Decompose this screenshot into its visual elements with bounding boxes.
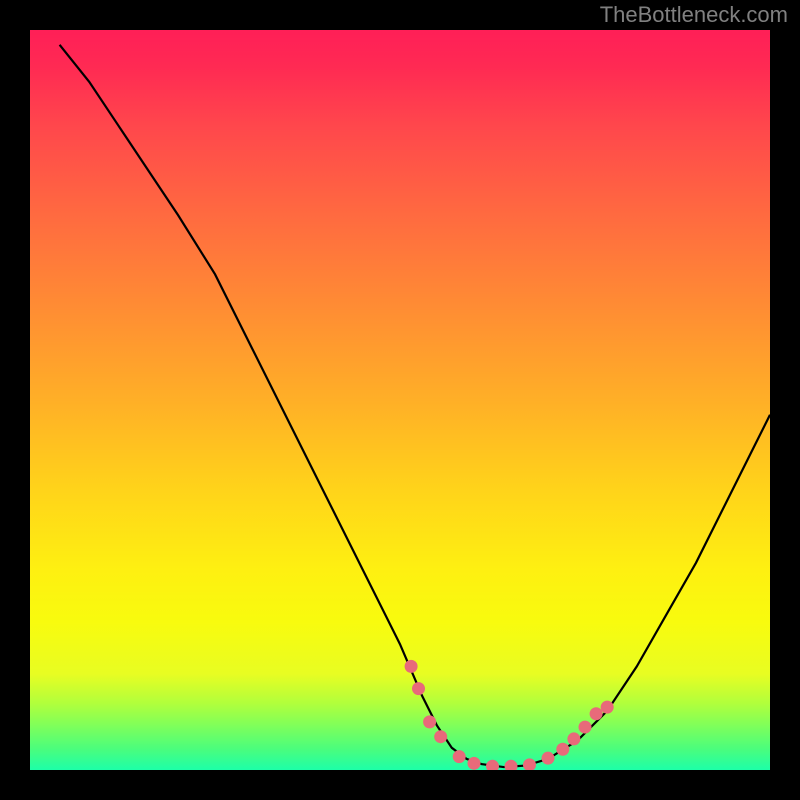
data-point bbox=[486, 760, 499, 770]
data-point bbox=[556, 743, 569, 756]
data-point bbox=[423, 715, 436, 728]
watermark: TheBottleneck.com bbox=[600, 2, 788, 28]
data-point bbox=[434, 730, 447, 743]
curve-line bbox=[60, 45, 770, 767]
data-point bbox=[453, 750, 466, 763]
data-point bbox=[412, 682, 425, 695]
chart-svg bbox=[30, 30, 770, 770]
data-point bbox=[523, 758, 536, 770]
curve-path bbox=[60, 45, 770, 767]
data-point bbox=[468, 757, 481, 770]
chart-container: TheBottleneck.com bbox=[0, 0, 800, 800]
data-point bbox=[405, 660, 418, 673]
data-point bbox=[601, 701, 614, 714]
data-point bbox=[505, 760, 518, 770]
data-point bbox=[590, 707, 603, 720]
scatter-markers bbox=[405, 660, 614, 770]
plot-area bbox=[30, 30, 770, 770]
data-point bbox=[579, 721, 592, 734]
data-point bbox=[542, 752, 555, 765]
data-point bbox=[567, 732, 580, 745]
